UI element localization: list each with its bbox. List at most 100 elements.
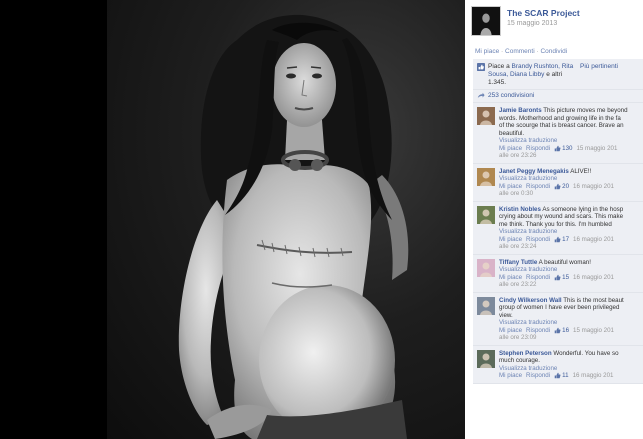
comment-like-count: 20 xyxy=(562,182,570,190)
comment-text-line: of the scourge that is breast cancer. Br… xyxy=(499,122,624,129)
comment-time: alle ore 0:30 xyxy=(499,190,534,197)
comment-author[interactable]: Tiffany Tuttle xyxy=(499,259,537,266)
comment-item: Tiffany Tuttle A beautiful woman! Visual… xyxy=(473,255,643,293)
photo-illustration xyxy=(178,14,409,439)
thumbs-up-icon xyxy=(554,372,561,379)
commenter-avatar[interactable] xyxy=(477,349,495,368)
comment-text-line: group of women I have ever been privileg… xyxy=(499,304,620,311)
post-date[interactable]: 15 maggio 2013 xyxy=(507,20,580,27)
comment-body: Stephen Peterson Wonderful. You have so … xyxy=(499,350,639,380)
comment-reply-link[interactable]: Rispondi xyxy=(526,236,550,244)
comment-item: Jamie Baronts This picture moves me beyo… xyxy=(473,103,643,164)
comment-likes[interactable]: 17 xyxy=(554,236,569,244)
thumbs-up-icon xyxy=(477,63,485,71)
comment-like-link[interactable]: Mi piace xyxy=(499,274,522,282)
comment-date[interactable]: 16 maggio 201 xyxy=(573,183,614,191)
comment-text: ALIVE!! xyxy=(570,167,592,175)
comment-like-count: 130 xyxy=(562,144,573,152)
comment-likes[interactable]: 20 xyxy=(554,183,569,191)
comment-author[interactable]: Janet Peggy Menegakis xyxy=(499,168,569,175)
photo-viewer: The SCAR Project 15 maggio 2013 Mi piace… xyxy=(0,0,643,439)
comment-likes[interactable]: 15 xyxy=(554,274,569,282)
comment-reply-link[interactable]: Rispondi xyxy=(526,327,550,335)
likes-summary: Piace a Brandy Rushton, Rita Sousa, Dian… xyxy=(473,59,643,90)
comment-text-line: beautiful. xyxy=(499,129,525,137)
translate-link[interactable]: Visualizza traduzione xyxy=(499,175,639,183)
comment-text: A beautiful woman! xyxy=(538,258,591,266)
comment-date[interactable]: 15 maggio 201 xyxy=(573,327,614,335)
commenter-avatar[interactable] xyxy=(477,258,495,277)
comment-body: Tiffany Tuttle A beautiful woman! Visual… xyxy=(499,259,639,289)
comment-item: Stephen Peterson Wonderful. You have so … xyxy=(473,346,643,384)
comment-meta: Mi piace Rispondi 11 16 maggio 201 xyxy=(499,372,639,380)
comment-time: alle ore 23:24 xyxy=(499,243,537,250)
thumbs-up-icon xyxy=(554,327,561,334)
comment-like-link[interactable]: Mi piace xyxy=(499,236,522,244)
commenter-avatar[interactable] xyxy=(477,296,495,315)
comment-date[interactable]: 16 maggio 201 xyxy=(573,274,614,282)
shares-count[interactable]: 253 condivisioni xyxy=(488,92,534,99)
comment-text: This is the most beaut xyxy=(563,296,624,304)
translate-link[interactable]: Visualizza traduzione xyxy=(499,365,639,373)
comment-reply-link[interactable]: Rispondi xyxy=(526,183,550,191)
comment-author[interactable]: Kristin Nobles xyxy=(499,206,541,213)
comment-date[interactable]: 16 maggio 201 xyxy=(573,372,614,380)
comment-action[interactable]: Commenti xyxy=(505,48,535,55)
likes-text: Piace a Brandy Rushton, Rita Sousa, Dian… xyxy=(488,63,576,87)
comment-text: This picture moves me beyond xyxy=(543,107,628,114)
page-avatar-image xyxy=(472,7,500,35)
post-header: The SCAR Project 15 maggio 2013 xyxy=(465,0,643,40)
comment-like-link[interactable]: Mi piace xyxy=(499,327,522,335)
comment-reply-link[interactable]: Rispondi xyxy=(526,372,550,380)
comment-like-link[interactable]: Mi piace xyxy=(499,183,522,191)
commenter-avatar[interactable] xyxy=(477,167,495,186)
comment-meta: Mi piace Rispondi 17 16 maggio 201 xyxy=(499,236,639,244)
comment-text-line: much courage. xyxy=(499,357,540,364)
comment-text-line: view. xyxy=(499,311,513,319)
engagement-box: Piace a Brandy Rushton, Rita Sousa, Dian… xyxy=(473,59,643,384)
like-action[interactable]: Mi piace xyxy=(475,48,499,55)
comment-time: alle ore 23:09 xyxy=(499,334,537,341)
comment-date[interactable]: 16 maggio 201 xyxy=(573,236,614,244)
page-avatar[interactable] xyxy=(471,6,501,36)
comment-like-count: 15 xyxy=(562,273,570,281)
comment-meta: Mi piace Rispondi 130 15 maggio 201 xyxy=(499,145,639,153)
comment-likes[interactable]: 11 xyxy=(554,372,569,380)
comment-author[interactable]: Stephen Peterson xyxy=(499,350,552,357)
thumbs-up-icon xyxy=(554,274,561,281)
comment-meta: Mi piace Rispondi 20 16 maggio 201 xyxy=(499,183,639,191)
likes-prefix: Piace a xyxy=(488,63,510,70)
post-sidebar: The SCAR Project 15 maggio 2013 Mi piace… xyxy=(465,0,643,439)
comment-author[interactable]: Cindy Wilkerson Wall xyxy=(499,297,562,304)
translate-link[interactable]: Visualizza traduzione xyxy=(499,319,639,327)
share-action[interactable]: Condividi xyxy=(540,48,567,55)
comment-likes[interactable]: 130 xyxy=(554,145,572,153)
comment-like-count: 16 xyxy=(562,326,570,334)
commenter-avatar[interactable] xyxy=(477,205,495,224)
translate-link[interactable]: Visualizza traduzione xyxy=(499,266,639,274)
commenter-avatar[interactable] xyxy=(477,107,495,125)
comment-body: Cindy Wilkerson Wall This is the most be… xyxy=(499,297,639,342)
comment-item: Cindy Wilkerson Wall This is the most be… xyxy=(473,293,643,346)
shares-row[interactable]: 253 condivisioni xyxy=(473,90,643,103)
comment-item: Kristin Nobles As someone lying in the h… xyxy=(473,202,643,255)
comment-reply-link[interactable]: Rispondi xyxy=(526,274,550,282)
page-name[interactable]: The SCAR Project xyxy=(507,8,580,18)
comment-meta: Mi piace Rispondi 15 16 maggio 201 xyxy=(499,274,639,282)
comment-time: alle ore 23:26 xyxy=(499,152,537,159)
sort-relevant[interactable]: Più pertinenti xyxy=(580,63,618,87)
translate-link[interactable]: Visualizza traduzione xyxy=(499,228,639,236)
thumbs-up-icon xyxy=(554,183,561,190)
comment-reply-link[interactable]: Rispondi xyxy=(526,145,550,153)
comment-like-count: 17 xyxy=(562,235,570,243)
comment-like-link[interactable]: Mi piace xyxy=(499,145,522,153)
comment-like-link[interactable]: Mi piace xyxy=(499,372,522,380)
comment-text: As someone lying in the hosp xyxy=(542,205,624,213)
comment-body: Kristin Nobles As someone lying in the h… xyxy=(499,206,639,251)
translate-link[interactable]: Visualizza traduzione xyxy=(499,137,639,145)
comment-author[interactable]: Jamie Baronts xyxy=(499,107,542,114)
comment-date[interactable]: 15 maggio 201 xyxy=(576,145,617,153)
comment-item: Janet Peggy Menegakis ALIVE!! Visualizza… xyxy=(473,164,643,202)
post-photo[interactable] xyxy=(107,0,465,439)
comment-likes[interactable]: 16 xyxy=(554,327,569,335)
